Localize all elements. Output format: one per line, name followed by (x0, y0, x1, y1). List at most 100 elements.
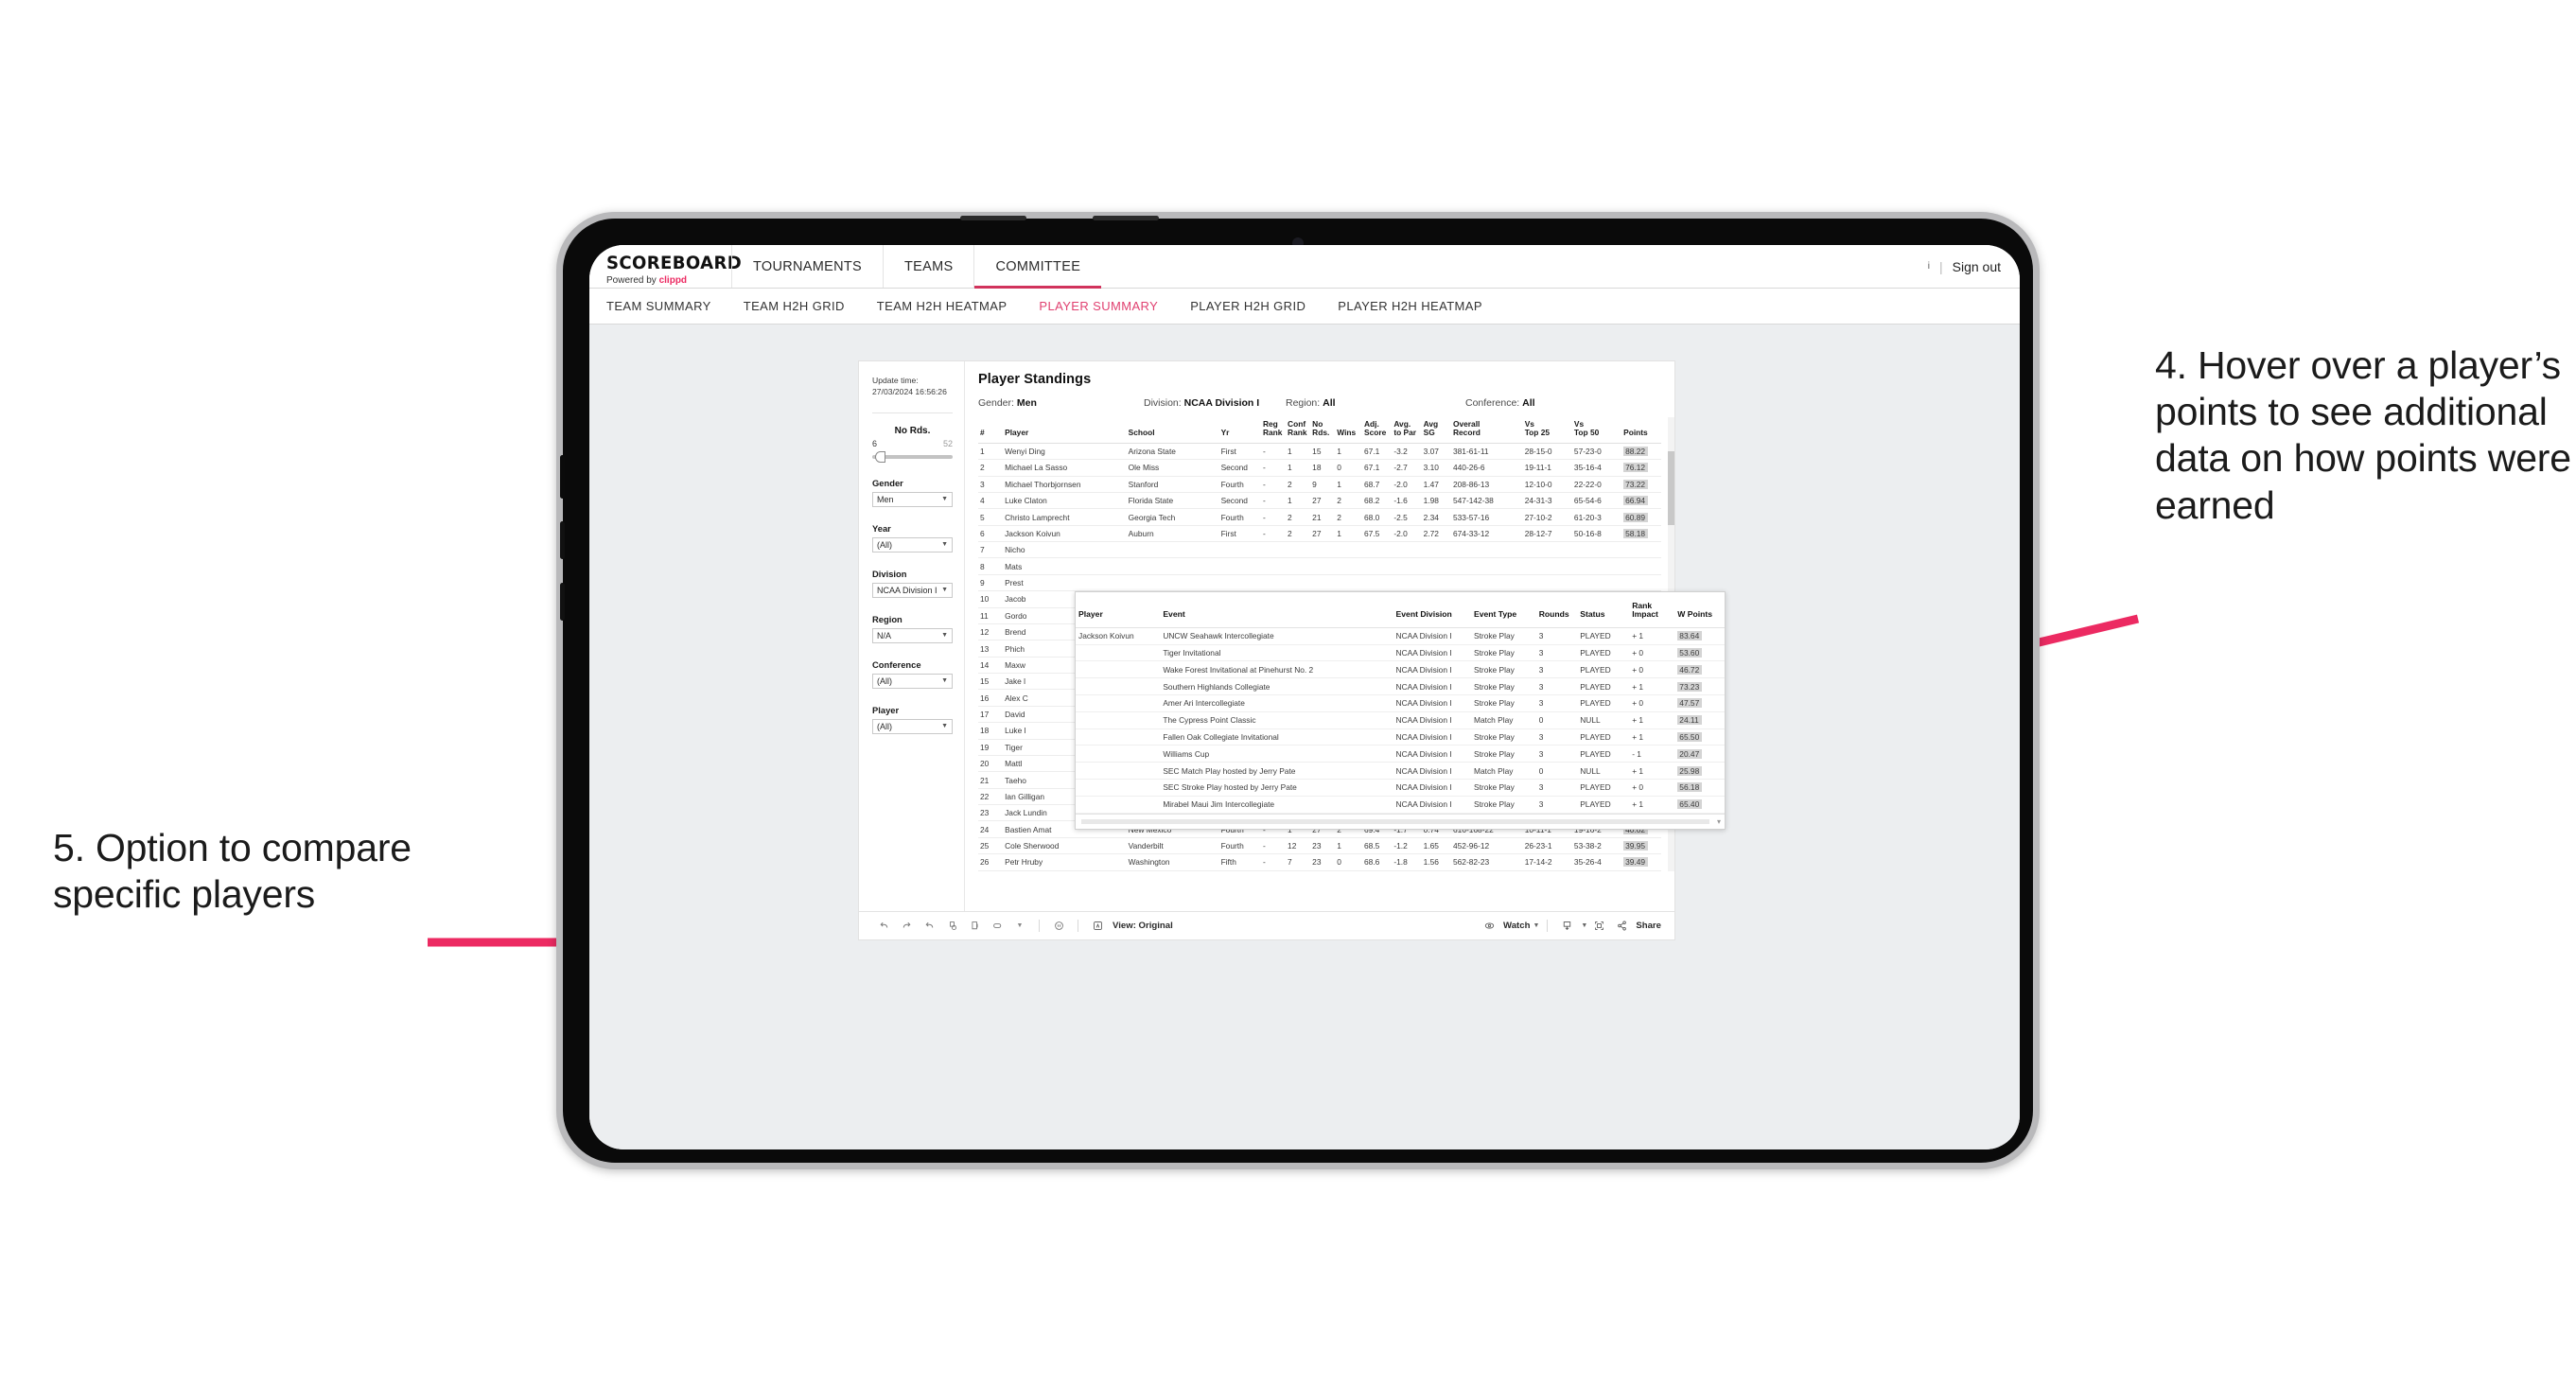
fullscreen-icon[interactable] (1587, 920, 1610, 932)
points-cell[interactable]: 39.49 (1621, 853, 1661, 871)
col-header-vs-top-50[interactable]: Vs Top 50 (1571, 417, 1622, 444)
view-original-label[interactable]: View: Original (1113, 921, 1173, 931)
view-original-icon[interactable] (1086, 920, 1109, 932)
table-row[interactable]: 5 Christo Lamprecht Georgia Tech Fourth -2 21… (978, 508, 1661, 526)
slider-track[interactable] (872, 450, 953, 463)
table-row[interactable]: 7 Nicho (978, 541, 1661, 559)
chevron-down-icon[interactable]: ▼ (1008, 922, 1031, 929)
sign-out-link[interactable]: Sign out (1953, 259, 2001, 274)
table-row[interactable]: 1 Wenyi Ding Arizona State First -1 15 1 67.1 -3… (978, 443, 1661, 461)
subtab-team-summary[interactable]: TEAM SUMMARY (606, 299, 727, 313)
share-label[interactable]: Share (1636, 921, 1661, 931)
filter-year-value: (All) (877, 539, 892, 550)
points-cell[interactable]: 60.89 (1621, 508, 1661, 526)
table-cell: 26 (978, 853, 1004, 871)
filter-year-select[interactable]: (All) ▼ (872, 536, 953, 553)
points-cell[interactable] (1621, 557, 1661, 575)
points-cell[interactable]: 88.22 (1621, 443, 1661, 461)
col-header-avg-sg[interactable]: Avg SG (1421, 417, 1451, 444)
nav-tab-tournaments[interactable]: TOURNAMENTS (731, 245, 883, 288)
col-header-vs-top-25[interactable]: Vs Top 25 (1522, 417, 1572, 444)
filter-player-select[interactable]: (All) ▼ (872, 718, 953, 734)
no-rounds-slider[interactable]: No Rds. 6 52 (872, 426, 953, 463)
subtab-player-summary[interactable]: PLAYER SUMMARY (1023, 299, 1174, 313)
user-initial[interactable]: i (1928, 261, 1930, 272)
chevron-down-icon: ▼ (941, 541, 948, 549)
refresh-data-icon[interactable] (940, 920, 963, 932)
redo-icon[interactable] (895, 920, 918, 932)
table-row[interactable]: 9 Prest (978, 574, 1661, 592)
subtab-player-h2h-grid[interactable]: PLAYER H2H GRID (1174, 299, 1322, 313)
chevron-down-icon[interactable]: ▼ (1533, 922, 1539, 929)
points-cell[interactable]: 66.94 (1621, 492, 1661, 510)
table-row[interactable]: 2 Michael La Sasso Ole Miss Second -1 18 0 67.1… (978, 459, 1661, 477)
nav-tab-teams[interactable]: TEAMS (883, 245, 973, 288)
col-header-conf-rank[interactable]: Conf Rank (1286, 417, 1311, 444)
points-cell[interactable]: 76.12 (1621, 459, 1661, 477)
tooltip-cell: 3 (1535, 627, 1578, 645)
watch-icon[interactable] (1478, 920, 1500, 932)
filter-conference-select[interactable]: (All) ▼ (872, 673, 953, 689)
volume-down-button[interactable] (560, 521, 565, 559)
table-cell: Stanford (1126, 476, 1219, 493)
table-row[interactable]: 8 Mats (978, 557, 1661, 575)
tooltip-scrollbar[interactable]: ▾ (1076, 813, 1725, 829)
col-header-[interactable]: # (978, 417, 1004, 444)
table-scrollbar-thumb[interactable] (1668, 451, 1674, 525)
brand-logo[interactable]: SCOREBOARD Powered by clippd (589, 245, 742, 288)
col-header-player[interactable]: Player (1003, 417, 1127, 444)
pause-icon[interactable] (1047, 920, 1070, 932)
slider-handle[interactable] (875, 450, 885, 463)
share-icon[interactable] (1610, 920, 1633, 932)
table-cell: 25 (978, 837, 1004, 855)
brand-tagline-prefix: Powered by (606, 274, 659, 286)
table-row[interactable]: 6 Jackson Koivun Auburn First -2 27 1 67.5 -2.0 2… (978, 525, 1661, 543)
tooltip-cell: NCAA Division I (1393, 745, 1471, 763)
watch-label[interactable]: Watch (1503, 921, 1530, 931)
pause-auto-update-icon[interactable] (963, 920, 986, 932)
col-header-yr[interactable]: Yr (1218, 417, 1261, 444)
col-header-overall-record[interactable]: Overall Record (1450, 417, 1523, 444)
volume-up-button[interactable] (560, 455, 565, 499)
points-cell[interactable] (1621, 574, 1661, 592)
filter-region-select[interactable]: N/A ▼ (872, 627, 953, 643)
table-row[interactable]: 4 Luke Claton Florida State Second -1 27 2 68.2… (978, 492, 1661, 510)
tooltip-cell: Tiger Invitational (1160, 644, 1393, 662)
col-header-adj-score[interactable]: Adj. Score (1361, 417, 1393, 444)
power-button[interactable] (560, 583, 565, 621)
points-cell[interactable]: 73.22 (1621, 476, 1661, 493)
col-header-avg-to-par[interactable]: Avg. to Par (1392, 417, 1422, 444)
col-header-reg-rank[interactable]: Reg Rank (1260, 417, 1287, 444)
chevron-down-icon: ▼ (941, 587, 948, 594)
tooltip-table: Player Event Event Division Event Type Round… (1076, 592, 1725, 814)
subtab-team-h2h-heatmap[interactable]: TEAM H2H HEATMAP (861, 299, 1024, 313)
points-cell[interactable] (1621, 541, 1661, 559)
table-cell (1260, 557, 1287, 575)
tooltip-cell: Stroke Play (1471, 644, 1536, 662)
undo-icon[interactable] (872, 920, 895, 932)
nav-tab-committee[interactable]: COMMITTEE (973, 245, 1101, 289)
col-header-no-rds[interactable]: No Rds. (1310, 417, 1336, 444)
table-row[interactable]: 3 Michael Thorbjornsen Stanford Fourth -2 9 1 6… (978, 476, 1661, 493)
revert-icon[interactable] (918, 920, 940, 932)
subtab-team-h2h-grid[interactable]: TEAM H2H GRID (727, 299, 861, 313)
table-cell: Christo Lamprecht (1003, 508, 1127, 526)
chevron-down-icon[interactable]: ▼ (1581, 922, 1587, 929)
points-cell[interactable]: 39.95 (1621, 837, 1661, 855)
table-cell (1522, 574, 1572, 592)
table-cell: 18 (978, 722, 1004, 740)
subtab-player-h2h-heatmap[interactable]: PLAYER H2H HEATMAP (1322, 299, 1498, 313)
table-row[interactable]: 26 Petr Hruby Washington Fifth -7 23 0 68.6 -1.8… (978, 853, 1661, 871)
table-cell: 381-61-11 (1450, 443, 1523, 461)
col-header-points[interactable]: Points (1621, 417, 1661, 444)
col-header-wins[interactable]: Wins (1335, 417, 1362, 444)
points-cell[interactable]: 58.18 (1621, 525, 1661, 543)
table-row[interactable]: 25 Cole Sherwood Vanderbilt Fourth -12 23 1 68.… (978, 837, 1661, 855)
filter-panel: Update time: 27/03/2024 16:56:26 No Rds.… (859, 361, 965, 911)
pan-mode-icon[interactable] (986, 920, 1008, 932)
filter-gender-select[interactable]: Men ▼ (872, 491, 953, 507)
tooltip-scrollbar-thumb[interactable] (1081, 818, 1709, 824)
filter-division-select[interactable]: NCAA Division I ▼ (872, 582, 953, 598)
download-icon[interactable] (1555, 920, 1578, 932)
col-header-school[interactable]: School (1126, 417, 1219, 444)
